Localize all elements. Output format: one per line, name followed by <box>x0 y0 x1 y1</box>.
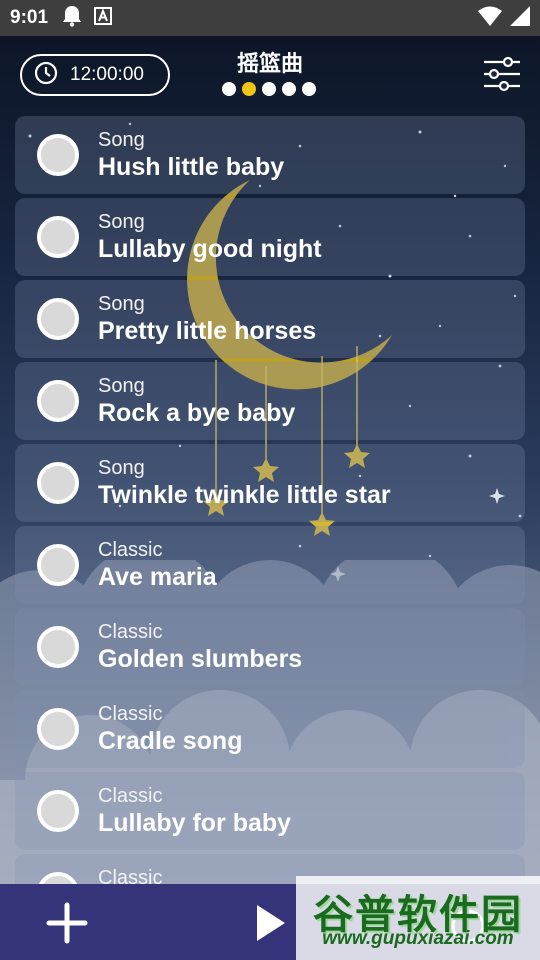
text-icon <box>94 6 113 30</box>
song-category: Song <box>98 375 145 397</box>
timer-label: 12:00:00 <box>70 64 144 85</box>
song-category: Classic <box>98 539 163 561</box>
add-icon <box>46 902 88 944</box>
song-category: Classic <box>98 621 163 643</box>
song-category: Classic <box>98 785 163 807</box>
list-item[interactable]: Classic Golden slumbers <box>15 608 525 686</box>
list-item[interactable]: Classic Lullaby for baby <box>15 772 525 850</box>
settings-sliders-button[interactable] <box>482 54 522 94</box>
song-title: Ave maria <box>98 563 217 591</box>
song-title: Pretty little horses <box>98 317 317 345</box>
page-dot[interactable] <box>302 82 316 96</box>
select-radio[interactable] <box>37 790 79 832</box>
play-icon <box>257 905 285 941</box>
page-dot[interactable] <box>262 82 276 96</box>
select-radio[interactable] <box>37 380 79 422</box>
list-item[interactable]: Song Pretty little horses <box>15 280 525 358</box>
list-item[interactable]: Song Hush little baby <box>15 116 525 194</box>
sleep-timer-button[interactable]: 12:00:00 <box>20 54 170 96</box>
song-list[interactable]: Song Hush little baby Song Lullaby good … <box>15 116 525 886</box>
page-dot[interactable] <box>222 82 236 96</box>
song-category: Song <box>98 293 145 315</box>
select-radio[interactable] <box>37 462 79 504</box>
song-title: Cradle song <box>98 727 243 755</box>
song-title: Golden slumbers <box>98 645 303 673</box>
page-title: 摇篮曲 <box>236 51 303 76</box>
list-item[interactable]: Song Twinkle twinkle little star <box>15 444 525 522</box>
select-radio[interactable] <box>37 298 79 340</box>
page-indicator <box>222 82 316 96</box>
sliders-icon <box>484 56 520 92</box>
song-category: Classic <box>98 703 163 725</box>
signal-icon <box>510 5 530 31</box>
list-item[interactable]: Classic Ave maria <box>15 526 525 604</box>
header: 12:00:00 摇篮曲 <box>0 36 540 114</box>
song-title: Lullaby good night <box>98 235 322 263</box>
select-radio[interactable] <box>37 626 79 668</box>
clock-icon <box>34 61 58 90</box>
play-button[interactable] <box>254 902 288 944</box>
song-category: Song <box>98 129 145 151</box>
watermark: 谷普软件园 www.gupuxiazai.com <box>296 876 540 960</box>
add-button[interactable] <box>46 902 88 944</box>
watermark-url: www.gupuxiazai.com <box>322 928 514 949</box>
song-title: Rock a bye baby <box>98 399 296 427</box>
page-dot[interactable] <box>282 82 296 96</box>
song-category: Song <box>98 211 145 233</box>
select-radio[interactable] <box>37 134 79 176</box>
song-title: Lullaby for baby <box>98 809 292 837</box>
select-radio[interactable] <box>37 708 79 750</box>
select-radio[interactable] <box>37 544 79 586</box>
notification-bell-icon <box>62 5 82 32</box>
wifi-icon <box>478 6 502 31</box>
list-item[interactable]: Song Lullaby good night <box>15 198 525 276</box>
song-category: Song <box>98 457 145 479</box>
select-radio[interactable] <box>37 216 79 258</box>
list-item[interactable]: Song Rock a bye baby <box>15 362 525 440</box>
page-dot-active[interactable] <box>242 82 256 96</box>
song-title: Hush little baby <box>98 153 285 181</box>
list-item[interactable]: Classic Cradle song <box>15 690 525 768</box>
status-time: 9:01 <box>10 7 49 28</box>
song-title: Twinkle twinkle little star <box>98 481 391 509</box>
status-bar: 9:01 <box>0 0 540 36</box>
